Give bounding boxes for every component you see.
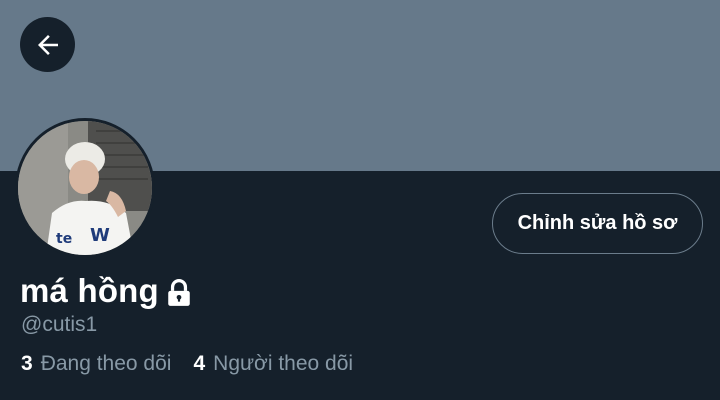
display-name: má hồng [20,272,159,309]
followers-count: 4 [193,352,206,375]
edit-profile-button[interactable]: Chỉnh sửa hồ sơ [492,193,703,254]
followers-stat[interactable]: 4 Người theo dõi [193,352,353,376]
back-button[interactable] [20,17,75,72]
following-count: 3 [21,352,33,375]
arrow-left-icon [37,34,58,55]
followers-label: Người theo dõi [213,352,354,375]
profile-handle: @cutis1 [21,313,98,336]
profile-name-row: má hồng [20,272,192,310]
following-stat[interactable]: 3 Đang theo dõi [21,352,171,376]
follow-stats: 3 Đang theo dõi 4 Người theo dõi [21,352,375,376]
avatar[interactable]: te W [15,118,155,258]
svg-text:W: W [90,225,110,246]
svg-text:te: te [56,231,72,247]
lock-icon [168,278,190,306]
avatar-photo: te W [18,121,152,255]
following-label: Đang theo dõi [40,352,172,375]
